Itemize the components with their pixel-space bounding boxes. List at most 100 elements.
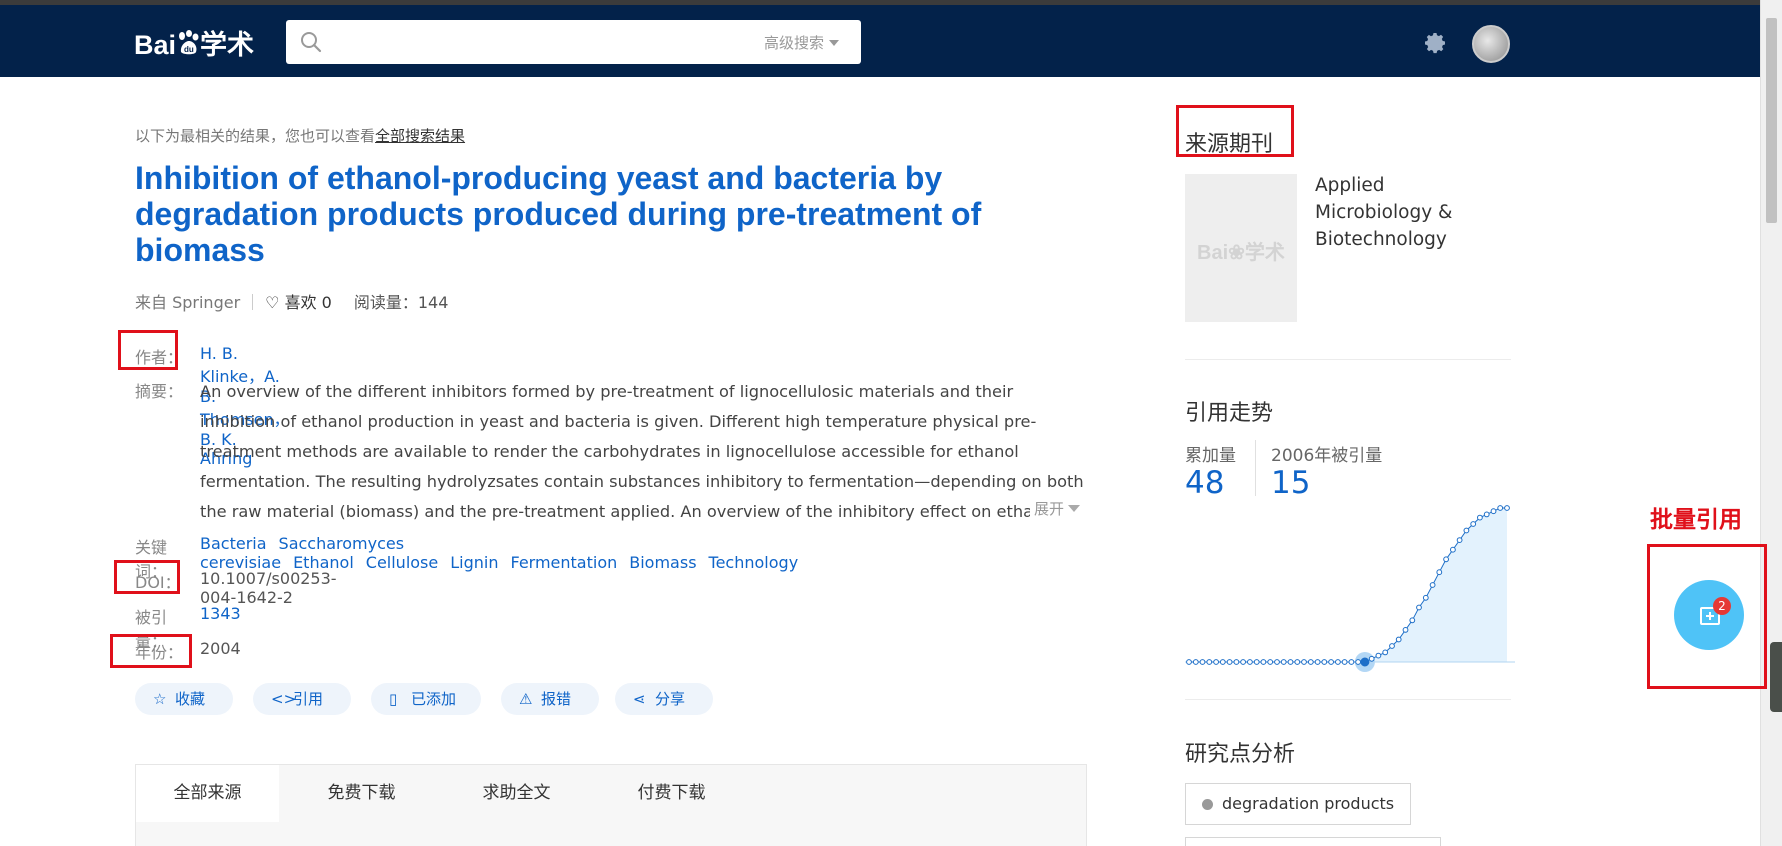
cumulative-label: 累加量 <box>1185 446 1236 466</box>
trend-point <box>1213 659 1220 665</box>
bookmark-icon: ▯ <box>389 690 398 708</box>
tab-paid-download[interactable]: 付费下载 <box>589 765 754 822</box>
trend-point <box>1470 521 1477 527</box>
sidebar-divider <box>1185 359 1511 360</box>
trend-point <box>1240 659 1246 665</box>
batch-cite-button[interactable]: 2 <box>1674 580 1744 650</box>
year-value: 2004 <box>200 639 241 658</box>
tab-request-fulltext[interactable]: 求助全文 <box>444 765 589 822</box>
search-input[interactable] <box>334 26 734 58</box>
year-cited-label: 2006年被引量 <box>1271 446 1383 466</box>
logo-text-right: 学术 <box>200 30 255 60</box>
annotation-box-year <box>110 634 192 668</box>
annotation-box-doi <box>114 560 180 594</box>
chevron-down-icon <box>1068 505 1081 512</box>
report-label: 报错 <box>541 690 572 708</box>
keyword-link[interactable]: Technology <box>709 553 799 572</box>
baidu-xueshu-logo[interactable]: Bai du 学术 <box>134 23 254 62</box>
keyword-link[interactable]: Lignin <box>450 553 498 572</box>
trend-point <box>1301 659 1307 665</box>
trend-point <box>1192 659 1199 665</box>
trend-point <box>1206 659 1213 665</box>
edge-widget[interactable] <box>1770 642 1782 712</box>
trend-point <box>1226 659 1233 665</box>
trend-point <box>1463 527 1470 534</box>
citation-trend-chart[interactable] <box>1185 500 1515 675</box>
keyword-link[interactable]: Bacteria <box>200 534 267 553</box>
trend-point <box>1219 659 1226 665</box>
advanced-search-dropdown[interactable]: 高级搜索 <box>764 32 839 53</box>
search-box[interactable]: 高级搜索 <box>286 20 861 64</box>
trend-point <box>1368 655 1375 662</box>
trend-point <box>1274 659 1280 665</box>
star-icon: ☆ <box>153 690 167 708</box>
abstract-label: 摘要： <box>135 382 184 401</box>
trend-point <box>1247 659 1253 665</box>
tab-all-sources[interactable]: 全部来源 <box>136 765 279 822</box>
cover-watermark-logo: Bai❀学术 <box>1197 242 1285 264</box>
trend-point <box>1382 649 1389 656</box>
tab-free-download[interactable]: 免费下载 <box>279 765 444 822</box>
report-error-button[interactable]: ⚠ 报错 <box>501 683 599 715</box>
source-label[interactable]: 来自 Springer <box>135 293 240 312</box>
trend-point <box>1497 505 1504 511</box>
keyword-link[interactable]: Fermentation <box>510 553 617 572</box>
research-tag[interactable]: degradation products <box>1185 783 1412 825</box>
share-button[interactable]: ⋖ 分享 <box>615 683 713 715</box>
trend-point <box>1422 594 1429 601</box>
page-scrollbar[interactable] <box>1760 0 1782 846</box>
trend-point <box>1443 556 1450 563</box>
trend-point <box>1483 511 1490 518</box>
share-label: 分享 <box>655 690 686 708</box>
trend-point <box>1409 617 1416 624</box>
journal-name-link[interactable]: Applied Microbiology & Biotechnology <box>1315 172 1485 253</box>
top-navbar: Bai du 学术 高级搜索 <box>0 5 1760 77</box>
favorite-button[interactable]: ☆ 收藏 <box>135 683 233 715</box>
trend-point <box>1253 659 1260 665</box>
keyword-link[interactable]: Biomass <box>629 553 696 572</box>
advanced-search-label: 高级搜索 <box>763 34 824 52</box>
trend-point <box>1429 582 1436 588</box>
search-icon[interactable] <box>300 31 322 53</box>
cited-count-link[interactable]: 1343 <box>200 604 241 623</box>
paw-icon: du <box>179 30 199 55</box>
pie-icon <box>1202 799 1213 810</box>
trend-point <box>1186 659 1192 665</box>
trend-point <box>1395 636 1402 643</box>
sidebar-divider <box>1185 699 1511 700</box>
trend-point <box>1416 604 1422 611</box>
trend-point <box>1477 514 1483 521</box>
scrollbar-thumb[interactable] <box>1766 18 1777 223</box>
expand-label: 展开 <box>1034 500 1065 518</box>
trend-point <box>1321 659 1328 665</box>
gear-icon[interactable] <box>1424 31 1448 55</box>
trend-point <box>1504 505 1510 511</box>
paper-title[interactable]: Inhibition of ethanol-producing yeast an… <box>135 160 1035 268</box>
research-tag-next[interactable] <box>1185 837 1441 846</box>
keyword-link[interactable]: Cellulose <box>366 553 438 572</box>
meta-divider <box>252 294 254 310</box>
user-avatar[interactable] <box>1472 25 1510 63</box>
like-button[interactable]: ♡ 喜欢 0 <box>265 293 332 312</box>
trend-point <box>1436 569 1443 576</box>
heart-icon: ♡ <box>265 293 285 312</box>
trend-point <box>1260 659 1267 665</box>
expand-abstract-button[interactable]: 展开 <box>1030 498 1081 519</box>
cite-label: 引用 <box>293 690 324 708</box>
trend-point <box>1355 659 1362 665</box>
favorite-label: 收藏 <box>175 690 206 708</box>
trend-point <box>1314 659 1321 665</box>
trend-point <box>1360 657 1370 667</box>
results-hint: 以下为最相关的结果，您也可以查看全部搜索结果 <box>135 125 465 146</box>
cite-button[interactable]: <> 引用 <box>253 683 351 715</box>
trend-point <box>1328 659 1335 665</box>
trend-point <box>1456 537 1463 543</box>
all-results-link[interactable]: 全部搜索结果 <box>375 127 465 145</box>
research-tag-label: degradation products <box>1222 794 1395 813</box>
journal-cover[interactable]: Bai❀学术 <box>1185 174 1297 322</box>
like-count: 喜欢 0 <box>284 293 332 312</box>
trend-point <box>1490 508 1497 515</box>
trend-point <box>1280 659 1287 665</box>
added-button[interactable]: ▯ 已添加 <box>371 683 481 715</box>
trend-point <box>1348 659 1355 665</box>
